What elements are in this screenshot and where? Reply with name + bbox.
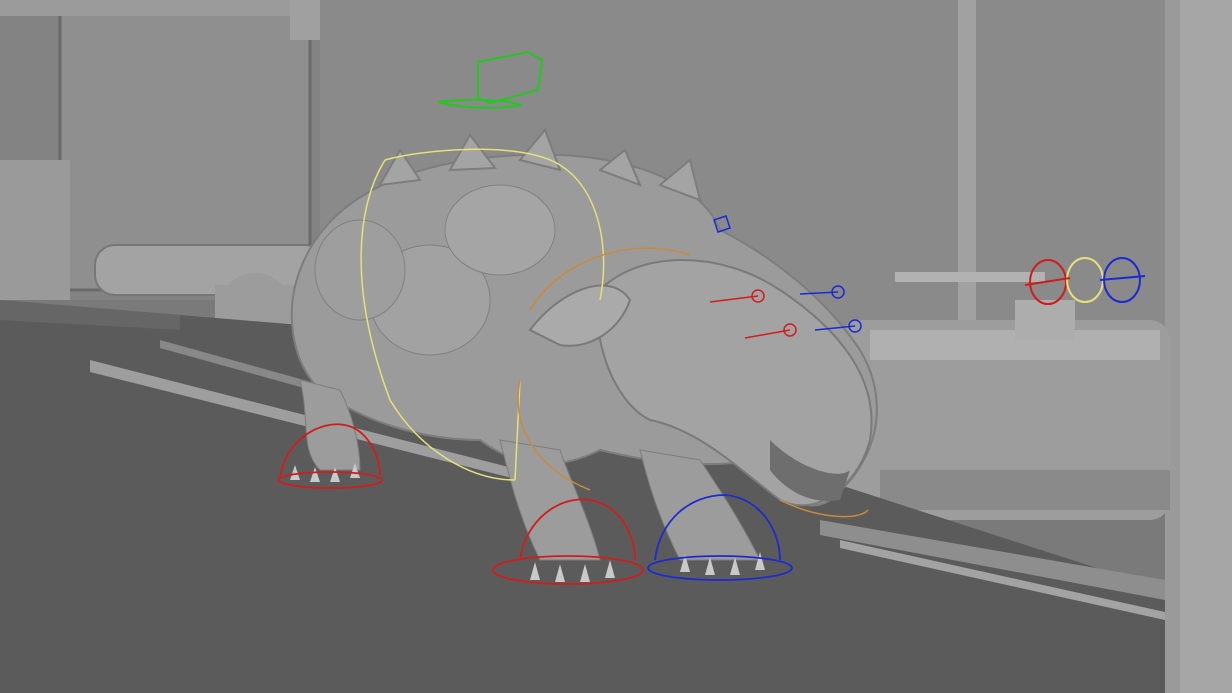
viewport-scene[interactable] [0,0,1232,693]
3d-viewport[interactable] [0,0,1232,693]
